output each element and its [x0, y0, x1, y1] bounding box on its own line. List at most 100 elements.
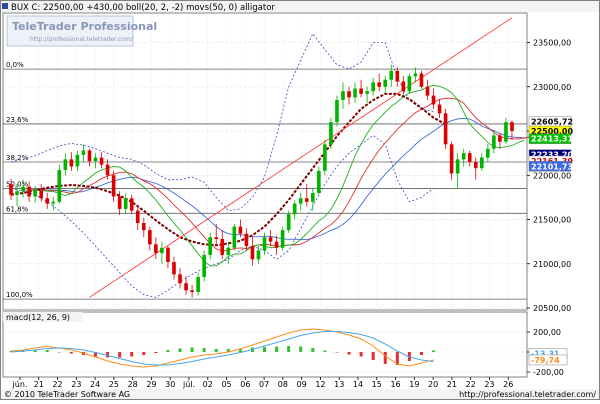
date-tick-label: júl. — [182, 380, 195, 389]
candle-body — [323, 144, 327, 171]
candle-body — [141, 223, 146, 231]
logo-url: http://professional.teletrader.com/ — [30, 36, 134, 43]
date-tick-label: 23 — [71, 380, 81, 389]
candle-body — [9, 184, 13, 195]
candle-body — [196, 277, 200, 293]
candle-body — [292, 203, 297, 215]
macd-histogram-bar — [432, 350, 436, 352]
macd-histogram-bar — [214, 349, 218, 352]
candle-body — [407, 76, 412, 92]
candle-body — [81, 150, 86, 155]
chart-header: BUX C: 22500,00 +430,00 boll(20, 2, -2) … — [1, 1, 599, 13]
date-tick-label: 28 — [128, 380, 138, 389]
macd-histogram-bar — [287, 346, 291, 352]
macd-histogram-bar — [263, 347, 267, 352]
candle-body — [250, 246, 255, 260]
candle-body — [154, 244, 158, 254]
instrument-icon — [2, 3, 8, 9]
price-tick-label: 23500,00 — [533, 39, 571, 48]
chart-footer: © 2010 TeleTrader Software AG http://pro… — [1, 389, 599, 399]
candle-body — [317, 170, 321, 193]
candle-body — [57, 169, 62, 202]
price-tick-label: 20500,00 — [533, 304, 571, 313]
candle-body — [226, 247, 231, 255]
candle-body — [172, 261, 176, 275]
candle-body — [437, 104, 442, 114]
date-tick-label: 09 — [297, 380, 307, 389]
candle-body — [504, 122, 508, 142]
logo-title: TeleTrader Professional — [12, 20, 157, 33]
candle-body — [335, 100, 339, 123]
candle-body — [492, 135, 496, 149]
date-tick-label: 19 — [409, 380, 419, 389]
macd-histogram-bar — [69, 352, 73, 354]
candle-body — [455, 159, 460, 174]
candle-body — [93, 157, 98, 162]
candle-body — [63, 159, 68, 170]
candle-body — [45, 198, 50, 204]
price-tag-label: 22101,73 — [531, 162, 573, 171]
date-tick-label: 05 — [221, 380, 231, 389]
candle-body — [15, 191, 19, 195]
candle-body — [190, 290, 194, 293]
candle-body — [262, 237, 267, 251]
chart-title: BUX C: 22500,00 +430,00 boll(20, 2, -2) … — [11, 3, 275, 13]
candle-body — [117, 196, 122, 209]
macd-histogram-bar — [371, 352, 375, 360]
candle-body — [129, 198, 134, 211]
date-tick-label: 08 — [278, 380, 288, 389]
macd-tick-label: -200,00 — [533, 368, 564, 377]
candle-body — [298, 198, 303, 204]
candle-body — [353, 88, 357, 98]
macd-histogram-bar — [190, 347, 194, 352]
candle-body — [208, 237, 213, 255]
candle-body — [87, 150, 92, 162]
date-tick-label: 14 — [353, 380, 363, 389]
date-tick-label: 30 — [165, 380, 175, 389]
candle-body — [371, 82, 375, 92]
date-tick-label: 26 — [503, 380, 513, 389]
fibonacci-label: 61,8% — [6, 205, 29, 213]
macd-histogram-bar — [383, 352, 387, 364]
price-plot-frame — [2, 12, 528, 311]
candle-body — [383, 79, 388, 87]
macd-value-labels: -13,31-79,74 — [528, 348, 568, 366]
candle-body — [99, 157, 104, 165]
price-tick-label: 21500,00 — [533, 216, 571, 225]
candle-body — [268, 237, 273, 242]
macd-histogram-bar — [130, 352, 134, 357]
candle-body — [280, 230, 285, 248]
macd-histogram-bar — [311, 348, 315, 352]
candle-body — [467, 153, 472, 162]
candle-body — [359, 88, 363, 94]
candle-body — [431, 95, 436, 105]
date-tick-label: 23 — [484, 380, 494, 389]
date-tick-label: 21 — [447, 380, 457, 389]
date-tick-label: 29 — [146, 380, 156, 389]
candle-body — [389, 70, 394, 80]
candle-body — [365, 91, 369, 94]
candle-body — [21, 186, 25, 192]
candle-body — [413, 73, 418, 77]
date-tick-label: jún. — [12, 380, 28, 389]
candle-body — [401, 81, 406, 92]
candle-body — [238, 226, 243, 234]
candle-body — [449, 144, 454, 174]
fibonacci-label: 38,2% — [6, 154, 29, 162]
date-tick-label: 24 — [90, 380, 100, 389]
candle-body — [425, 86, 430, 96]
candle-body — [27, 186, 31, 197]
fibonacci-label: 100,0% — [6, 291, 33, 299]
candle-body — [304, 198, 309, 202]
fibonacci-label: 23,6% — [6, 116, 29, 124]
candle-body — [486, 148, 490, 158]
candle-body — [232, 226, 237, 248]
price-plot[interactable]: 0,0%23,6%38,2%50,0%61,8%100,0% TeleTrade… — [2, 12, 537, 311]
candle-body — [256, 250, 261, 260]
macd-panel[interactable]: macd(12, 26, 9) — [2, 311, 528, 378]
macd-histogram-bar — [154, 352, 158, 353]
fibonacci-label: 0,0% — [6, 61, 24, 69]
candle-body — [510, 122, 514, 132]
candle-body — [329, 122, 333, 145]
candle-body — [395, 70, 400, 82]
